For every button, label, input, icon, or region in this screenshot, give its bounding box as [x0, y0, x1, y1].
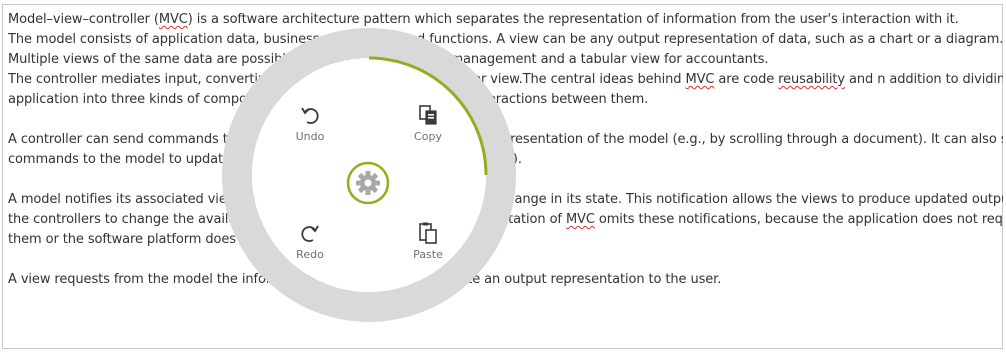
spellcheck-word: MVC: [685, 72, 715, 87]
gear-icon: [346, 161, 390, 205]
text-run: are code: [714, 72, 779, 87]
undo-icon: [301, 107, 319, 124]
text-run: omits these notifications, because the a…: [594, 212, 1003, 227]
text-run: and n addition to dividing the: [849, 72, 1003, 87]
text-run: ) is a software architecture pattern whi…: [187, 12, 959, 27]
settings-center-button[interactable]: [346, 161, 390, 205]
copy-icon: [419, 105, 437, 125]
undo-label: Undo: [295, 130, 325, 143]
radial-menu: Undo Copy Redo Paste: [221, 27, 517, 323]
redo-button[interactable]: Redo: [270, 221, 350, 271]
copy-button[interactable]: Copy: [388, 103, 468, 153]
text-run: Model–view–controller (: [8, 12, 159, 27]
paste-label: Paste: [413, 248, 443, 261]
undo-button[interactable]: Undo: [270, 103, 350, 153]
paste-icon: [419, 222, 437, 244]
copy-label: Copy: [414, 130, 442, 143]
paste-button[interactable]: Paste: [388, 221, 468, 271]
redo-icon: [301, 225, 319, 242]
spellcheck-word: MVC: [158, 12, 188, 27]
redo-label: Redo: [296, 248, 324, 261]
spellcheck-word: reusability: [778, 72, 845, 87]
spellcheck-word: MVC: [565, 212, 595, 227]
